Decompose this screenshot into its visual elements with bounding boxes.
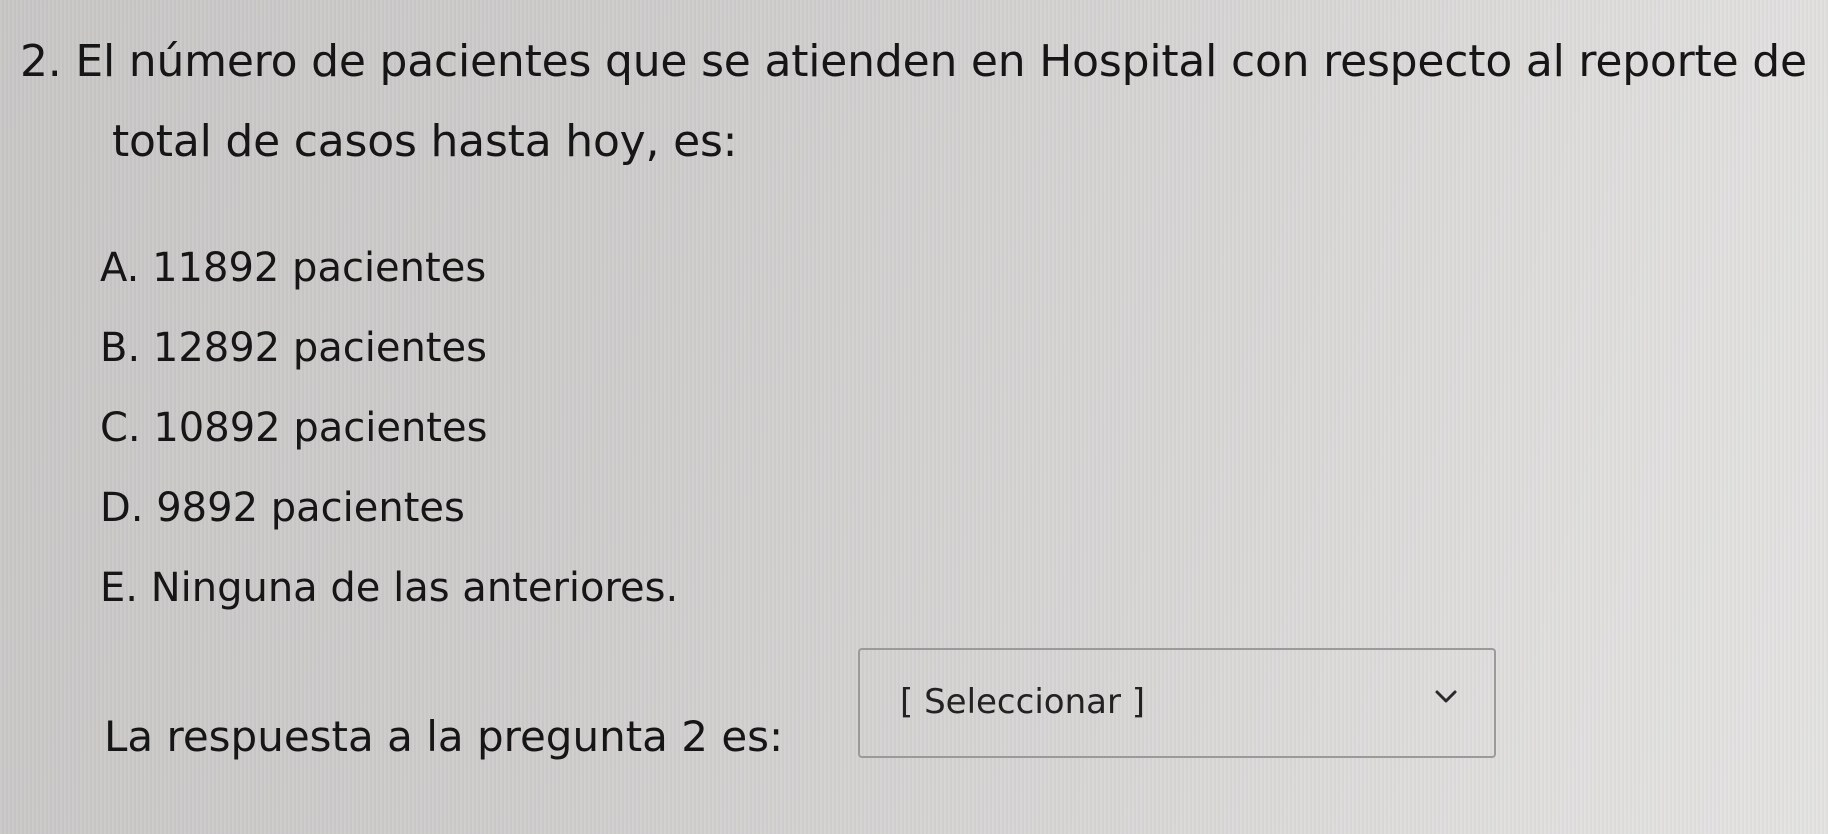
- answer-select-dropdown[interactable]: [ Seleccionar ]: [858, 648, 1496, 758]
- option-d: D. 9892 pacientes: [100, 485, 465, 531]
- option-b: B. 12892 pacientes: [100, 325, 487, 371]
- select-value: [ Seleccionar ]: [900, 682, 1146, 722]
- option-c: C. 10892 pacientes: [100, 405, 488, 451]
- chevron-down-icon: [1435, 690, 1457, 703]
- question-line-2: total de casos hasta hoy, es:: [112, 116, 738, 167]
- option-a: A. 11892 pacientes: [100, 245, 487, 291]
- question-line-1: 2. El número de pacientes que se atiende…: [20, 36, 1807, 87]
- answer-label: La respuesta a la pregunta 2 es:: [104, 712, 784, 761]
- answer-options-list: A. 11892 pacientes B. 12892 pacientes C.…: [100, 228, 678, 628]
- option-e: E. Ninguna de las anteriores.: [100, 565, 679, 611]
- question-text: 2. El número de pacientes que se atiende…: [20, 22, 1807, 182]
